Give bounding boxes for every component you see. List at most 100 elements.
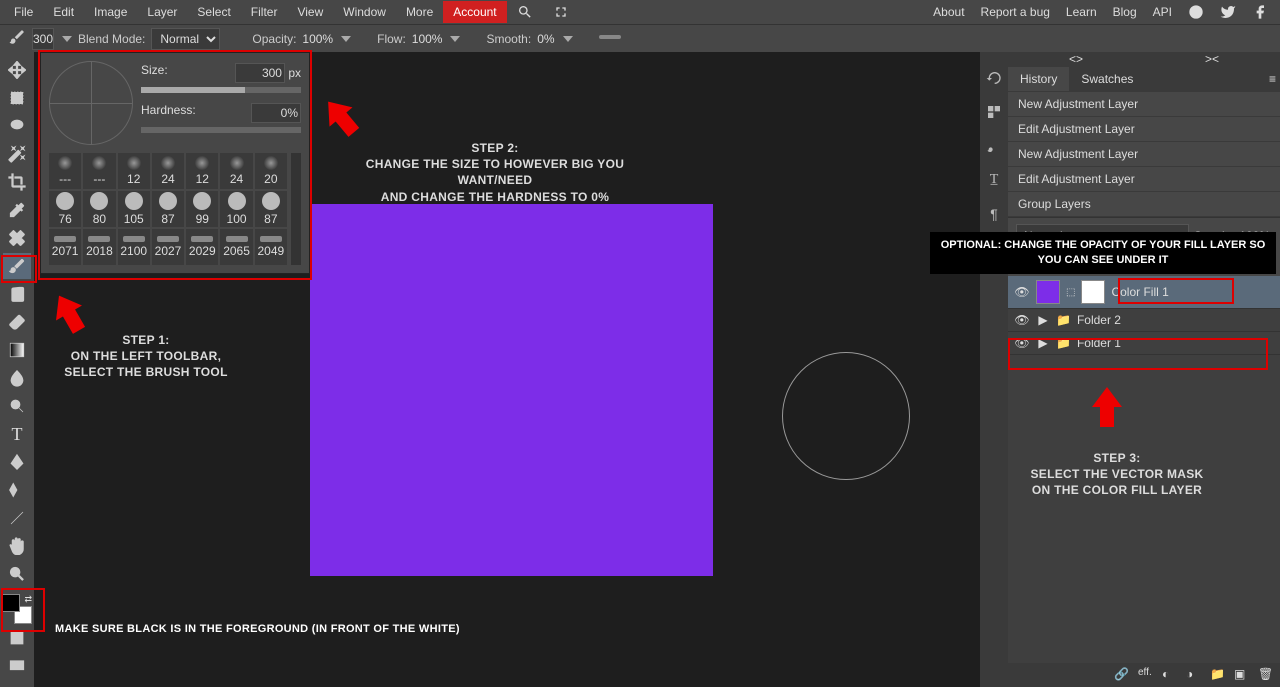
brush-preset[interactable]: 2018 xyxy=(83,229,115,265)
menu-window[interactable]: Window xyxy=(333,1,396,23)
layer-name[interactable]: Color Fill 1 xyxy=(1111,285,1168,299)
link-learn[interactable]: Learn xyxy=(1058,1,1105,23)
brush-panel-icon[interactable] xyxy=(984,136,1004,156)
chevron-down-icon[interactable] xyxy=(450,36,460,42)
folder-toggle-icon[interactable]: ▶ xyxy=(1036,313,1050,327)
foreground-color[interactable] xyxy=(2,594,20,612)
brush-preset[interactable]: 87 xyxy=(255,191,287,227)
reddit-icon[interactable] xyxy=(1180,0,1212,24)
brush-preset[interactable]: 87 xyxy=(152,191,184,227)
foreground-background-colors[interactable]: ⇄ xyxy=(2,594,32,624)
search-icon[interactable] xyxy=(507,0,543,24)
shape-tool[interactable] xyxy=(3,505,31,531)
menu-edit[interactable]: Edit xyxy=(43,1,84,23)
brush-grid-scrollbar[interactable] xyxy=(291,153,301,265)
new-folder-icon[interactable]: 📁 xyxy=(1210,667,1226,683)
clone-tool[interactable] xyxy=(3,281,31,307)
brush-preset[interactable]: --- xyxy=(83,153,115,189)
brush-preset[interactable]: --- xyxy=(49,153,81,189)
menu-filter[interactable]: Filter xyxy=(241,1,288,23)
chevron-down-icon[interactable] xyxy=(62,36,72,42)
brush-preset[interactable]: 100 xyxy=(220,191,252,227)
visibility-icon[interactable]: 👁 xyxy=(1014,285,1030,299)
flow-value[interactable]: 100% xyxy=(412,32,443,46)
move-tool[interactable] xyxy=(3,57,31,83)
delete-layer-icon[interactable]: 🗑 xyxy=(1258,667,1274,683)
brush-preset[interactable]: 2071 xyxy=(49,229,81,265)
new-layer-icon[interactable]: ▣ xyxy=(1234,667,1250,683)
history-item[interactable]: Edit Adjustment Layer xyxy=(1008,117,1280,142)
brush-preset[interactable]: 2029 xyxy=(186,229,218,265)
brush-preset[interactable]: 80 xyxy=(83,191,115,227)
link-about[interactable]: About xyxy=(925,1,972,23)
history-item[interactable]: Group Layers xyxy=(1008,192,1280,217)
hardness-input[interactable] xyxy=(251,103,301,123)
blur-tool[interactable] xyxy=(3,365,31,391)
eyedropper-tool[interactable] xyxy=(3,197,31,223)
brush-preset[interactable]: 2100 xyxy=(118,229,150,265)
layer-mask-thumbnail[interactable] xyxy=(1081,280,1105,304)
opacity-value[interactable]: 100% xyxy=(302,32,333,46)
brush-preset[interactable]: 2049 xyxy=(255,229,287,265)
select-tool[interactable] xyxy=(3,85,31,111)
healing-tool[interactable] xyxy=(3,225,31,251)
layer-name[interactable]: Folder 1 xyxy=(1077,336,1121,350)
wand-tool[interactable] xyxy=(3,141,31,167)
layer-folder-2[interactable]: 👁 ▶ 📁 Folder 2 xyxy=(1008,309,1280,332)
folder-toggle-icon[interactable]: ▶ xyxy=(1036,336,1050,350)
visibility-icon[interactable]: 👁 xyxy=(1014,313,1030,327)
menu-file[interactable]: File xyxy=(4,1,43,23)
zoom-tool[interactable] xyxy=(3,561,31,587)
history-item[interactable]: New Adjustment Layer xyxy=(1008,92,1280,117)
layer-folder-1[interactable]: 👁 ▶ 📁 Folder 1 xyxy=(1008,332,1280,355)
menu-more[interactable]: More xyxy=(396,1,443,23)
brush-preset[interactable]: 2065 xyxy=(220,229,252,265)
quickmask-tool[interactable] xyxy=(3,625,31,651)
brush-preset[interactable]: 20 xyxy=(255,153,287,189)
facebook-icon[interactable] xyxy=(1244,0,1276,24)
brush-preset[interactable]: 12 xyxy=(186,153,218,189)
layer-thumbnail[interactable] xyxy=(1036,280,1060,304)
brush-preset[interactable]: 99 xyxy=(186,191,218,227)
history-icon[interactable] xyxy=(984,68,1004,88)
panel-collapse-handle[interactable]: <>>< xyxy=(1008,52,1280,66)
layer-color-fill-1[interactable]: 👁 ⬚ Color Fill 1 xyxy=(1008,276,1280,309)
type-tool[interactable]: T xyxy=(3,421,31,447)
crop-tool[interactable] xyxy=(3,169,31,195)
menu-layer[interactable]: Layer xyxy=(137,1,187,23)
brush-preset[interactable]: 2027 xyxy=(152,229,184,265)
path-tool[interactable] xyxy=(3,477,31,503)
brush-preset-picker[interactable]: 300 xyxy=(32,28,54,50)
airbrush-icon[interactable] xyxy=(599,30,625,47)
brush-preset[interactable]: 76 xyxy=(49,191,81,227)
link-blog[interactable]: Blog xyxy=(1105,1,1145,23)
hand-tool[interactable] xyxy=(3,533,31,559)
fullscreen-icon[interactable] xyxy=(543,0,579,24)
size-input[interactable] xyxy=(235,63,285,83)
brush-preset[interactable]: 105 xyxy=(118,191,150,227)
character-panel-icon[interactable]: T̲ xyxy=(984,170,1004,190)
swap-colors-icon[interactable]: ⇄ xyxy=(24,594,32,605)
menu-select[interactable]: Select xyxy=(187,1,240,23)
menu-image[interactable]: Image xyxy=(84,1,137,23)
brush-preset[interactable]: 24 xyxy=(152,153,184,189)
screen-mode-tool[interactable] xyxy=(3,653,31,679)
menu-view[interactable]: View xyxy=(287,1,333,23)
brush-preset[interactable]: 12 xyxy=(118,153,150,189)
blend-mode-select[interactable]: Normal xyxy=(151,28,220,50)
layer-effects-icon[interactable]: eff. xyxy=(1138,667,1154,683)
link-report-bug[interactable]: Report a bug xyxy=(973,1,1058,23)
history-item[interactable]: New Adjustment Layer xyxy=(1008,142,1280,167)
tab-swatches[interactable]: Swatches xyxy=(1069,67,1145,91)
brush-angle-preview[interactable] xyxy=(49,61,133,145)
pen-tool[interactable] xyxy=(3,449,31,475)
twitter-icon[interactable] xyxy=(1212,0,1244,24)
menu-account[interactable]: Account xyxy=(443,1,506,23)
chevron-down-icon[interactable] xyxy=(341,36,351,42)
eraser-tool[interactable] xyxy=(3,309,31,335)
brush-preset[interactable]: 24 xyxy=(220,153,252,189)
layer-mask-icon[interactable]: ◐ xyxy=(1162,667,1178,683)
adjustment-layer-icon[interactable]: ◑ xyxy=(1186,667,1202,683)
link-icon[interactable]: ⬚ xyxy=(1066,287,1075,298)
visibility-icon[interactable]: 👁 xyxy=(1014,336,1030,350)
